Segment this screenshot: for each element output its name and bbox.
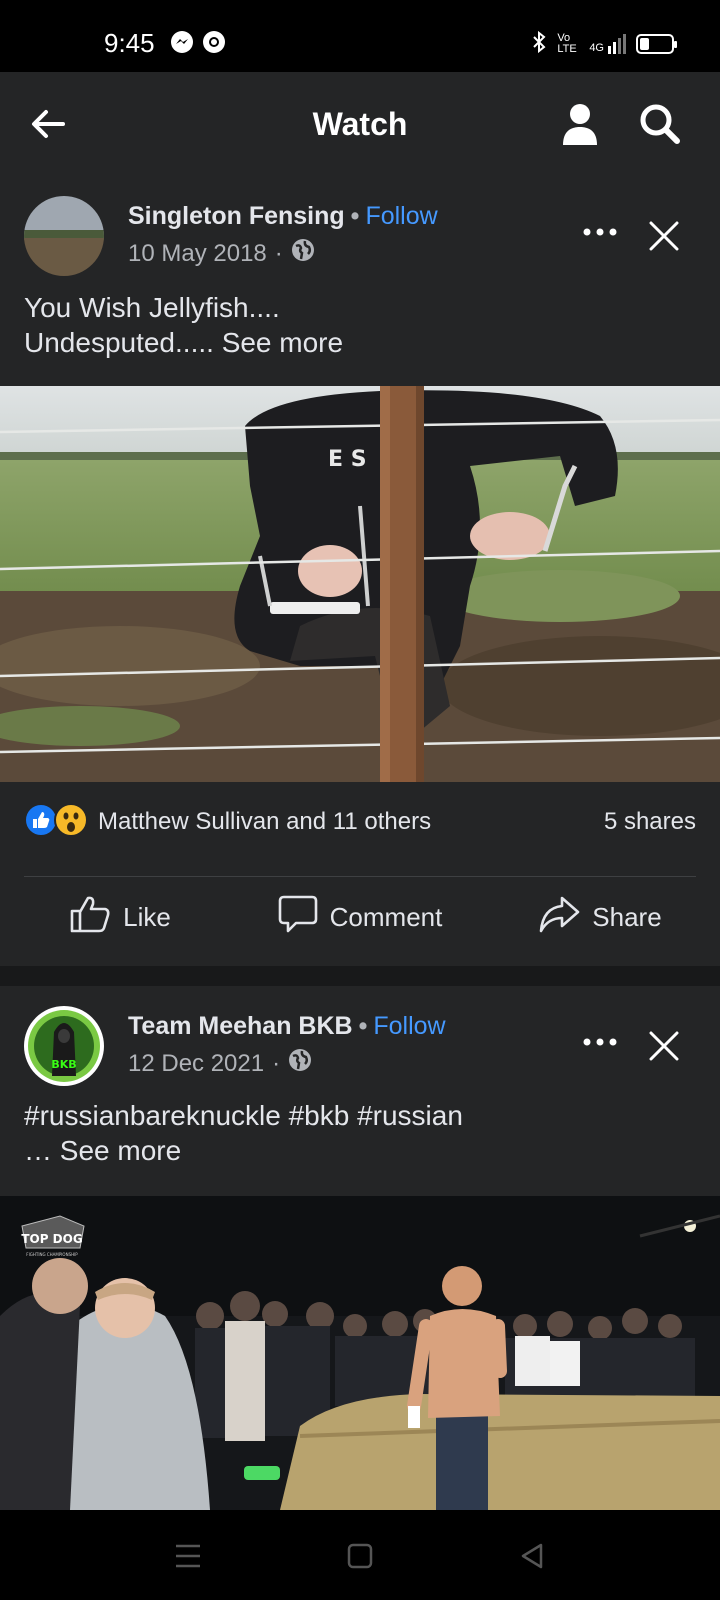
battery-icon bbox=[636, 33, 677, 54]
post-text: #russianbareknuckle #bkb #russian … See … bbox=[24, 1098, 696, 1168]
globe-icon bbox=[288, 1048, 312, 1079]
system-nav-bar bbox=[0, 1510, 720, 1600]
follow-button[interactable]: Follow bbox=[365, 202, 437, 230]
comment-button[interactable]: Comment bbox=[240, 877, 480, 957]
author-separator: • bbox=[350, 202, 360, 230]
reaction-summary[interactable]: Matthew Sullivan and 11 others 5 shares bbox=[24, 802, 696, 842]
comment-icon bbox=[278, 894, 318, 941]
see-more-link[interactable]: See more bbox=[60, 1135, 181, 1166]
volte-icon: Vo LTE bbox=[557, 31, 577, 55]
author-avatar[interactable] bbox=[24, 196, 104, 276]
see-more-link[interactable]: See more bbox=[222, 327, 343, 358]
like-label: Like bbox=[123, 901, 171, 932]
signal-4g-icon: 4G bbox=[589, 33, 626, 54]
hoodie-print: E S bbox=[328, 447, 367, 472]
author-separator: • bbox=[358, 1012, 368, 1040]
feed-separator bbox=[0, 966, 720, 986]
post-date-line: 12 Dec 2021 · bbox=[128, 1048, 312, 1079]
author-name[interactable]: Team Meehan BKB bbox=[128, 1012, 353, 1040]
author-avatar[interactable]: BKB bbox=[24, 1006, 104, 1086]
search-icon[interactable] bbox=[634, 98, 686, 150]
follow-button[interactable]: Follow bbox=[373, 1012, 445, 1040]
status-time: 9:45 bbox=[104, 28, 155, 58]
battery-level bbox=[640, 37, 649, 50]
chrome-icon bbox=[202, 30, 226, 54]
close-icon[interactable] bbox=[642, 1024, 686, 1068]
back-triangle-icon[interactable] bbox=[512, 1540, 552, 1572]
shares-count[interactable]: 5 shares bbox=[604, 808, 696, 836]
like-button[interactable]: Like bbox=[0, 877, 240, 957]
home-square-icon[interactable] bbox=[340, 1540, 380, 1572]
post-date[interactable]: 10 May 2018 bbox=[128, 240, 267, 268]
share-button[interactable]: Share bbox=[480, 877, 720, 957]
post-card: BKB Team Meehan BKB • Follow 12 Dec 2021 ·… bbox=[0, 986, 720, 1510]
bluetooth-icon bbox=[531, 30, 547, 57]
author-name[interactable]: Singleton Fensing bbox=[128, 202, 345, 230]
menu-icon[interactable] bbox=[168, 1540, 208, 1572]
wow-reaction-icon bbox=[54, 802, 88, 842]
globe-icon bbox=[291, 238, 315, 269]
person-icon[interactable] bbox=[554, 98, 606, 150]
post-date[interactable]: 12 Dec 2021 bbox=[128, 1050, 264, 1078]
post-text-line-2: … bbox=[24, 1135, 52, 1166]
network-type-label: 4G bbox=[589, 41, 604, 54]
post-date-line: 10 May 2018 · bbox=[128, 238, 315, 269]
status-icons: Vo LTE 4G bbox=[531, 30, 677, 57]
post-card: Singleton Fensing • Follow 10 May 2018 · Y… bbox=[0, 176, 720, 966]
video-thumbnail[interactable]: TOP DOG FIGHTING CHAMPIONSHIP bbox=[0, 1196, 720, 1510]
post-author-line: Team Meehan BKB • Follow bbox=[128, 1012, 446, 1041]
media-logo: TOP DOG bbox=[21, 1232, 82, 1246]
thumbs-up-icon bbox=[69, 894, 111, 941]
like-reaction-icon bbox=[24, 802, 58, 842]
post-text: You Wish Jellyfish.... Undesputed..... S… bbox=[24, 290, 696, 360]
share-icon bbox=[538, 894, 580, 941]
more-options-icon[interactable] bbox=[576, 212, 624, 252]
media-logo-subtext: FIGHTING CHAMPIONSHIP bbox=[26, 1252, 78, 1257]
status-bar: 9:45 Vo LTE 4G bbox=[0, 0, 720, 72]
close-icon[interactable] bbox=[642, 214, 686, 258]
post-text-line-2: Undesputed..... bbox=[24, 327, 214, 358]
date-separator: · bbox=[272, 1049, 281, 1077]
date-separator: · bbox=[274, 239, 283, 267]
avatar-logo-text: BKB bbox=[51, 1058, 76, 1071]
more-options-icon[interactable] bbox=[576, 1022, 624, 1062]
video-thumbnail[interactable]: E S bbox=[0, 386, 720, 782]
comment-label: Comment bbox=[329, 901, 443, 932]
page-title: Watch bbox=[312, 106, 408, 142]
post-author-line: Singleton Fensing • Follow bbox=[128, 202, 438, 231]
messenger-icon bbox=[170, 30, 194, 54]
post-actions: Like Comment Share bbox=[0, 877, 720, 957]
share-label: Share bbox=[592, 901, 662, 932]
post-text-line-1: #russianbareknuckle #bkb #russian bbox=[24, 1100, 463, 1131]
reaction-icons bbox=[24, 802, 88, 842]
watch-header: Watch bbox=[0, 72, 720, 176]
post-text-line-1: You Wish Jellyfish.... bbox=[24, 292, 280, 323]
reaction-count: Matthew Sullivan and 11 others bbox=[98, 808, 432, 835]
